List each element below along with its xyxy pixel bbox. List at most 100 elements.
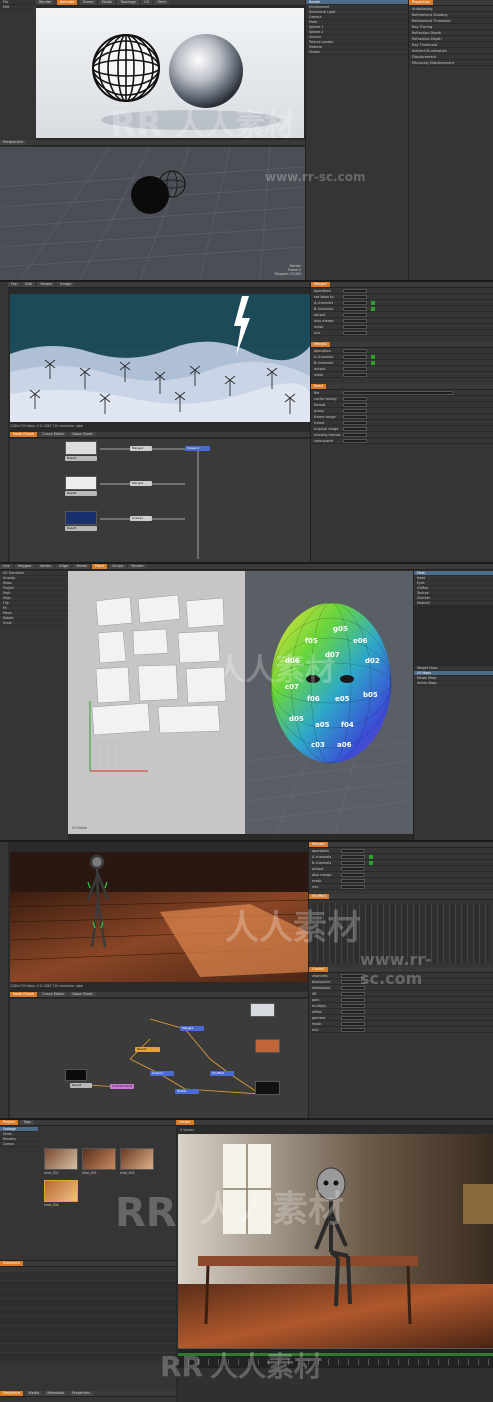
tab-project[interactable]: Project [0,1120,18,1125]
wire-sphere [92,34,160,102]
uv-tool-vertex[interactable]: Vertex [36,564,55,569]
grade-prop-mix[interactable]: mix [309,1027,493,1033]
robot-node-shuffle1[interactable]: Shuffle1 [210,1071,234,1076]
uv-tool-edge[interactable]: Edge [56,564,72,569]
prop-micropoly[interactable]: Micropoly Displacement [409,60,493,66]
panel-uv-editor: Uvs Polygon Vertex Edge Model Paint Scul… [0,562,493,840]
uv-tool-polygon[interactable]: Polygon [14,564,35,569]
robot-shuffle-title[interactable]: Shuffle1 [309,894,330,899]
uv-tool-sculpt[interactable]: Sculpt [109,564,127,569]
tab-topology[interactable]: Topology [117,0,139,5]
prop2-mask[interactable]: mask [311,372,493,378]
clip-thumb-4[interactable] [44,1180,78,1202]
final-render-viewer[interactable] [178,1134,493,1348]
robot-node-read2[interactable]: Read2 [70,1083,92,1088]
node-graph-2[interactable]: Read1 Read2 Merge1 Grade1 Shuffle1 Color… [10,999,308,1118]
node-read1[interactable]: Read1 [65,456,97,461]
robot-node-cc1[interactable]: ColorCorrect1 [110,1084,134,1089]
snow-viewer[interactable] [10,294,310,422]
bottom-tab-media[interactable]: Media [25,1391,43,1396]
uv-tool-uvs[interactable]: Uvs [0,564,13,569]
merge2-props-title[interactable]: Merge2 [311,342,331,347]
node-graph-1[interactable]: Read1 Read2 Read3 Merge1 Merge2 Grade1 V… [10,439,310,562]
node-read3[interactable]: Read3 [65,526,97,531]
tab-animate[interactable]: Animate [56,0,78,5]
robot-prop-mix[interactable]: mix [309,884,493,890]
tab-node-graph[interactable]: Node Graph [10,432,37,437]
bin-comps[interactable]: Comps [0,1142,38,1147]
bottom-tab-properties[interactable]: Properties [69,1391,93,1396]
read-prop-colorspace[interactable]: colorspace [311,438,493,444]
tab-sequence[interactable]: Sequence [0,1261,24,1266]
bottom-tab-sequence[interactable]: Sequence [0,1391,24,1396]
tab-model[interactable]: Model [98,0,116,5]
checker-label-5: f06 [307,695,320,703]
viewer-label: A Viewer [180,1128,195,1132]
watermark-3: 人人素材 [225,908,361,948]
robot-thumb-1[interactable] [250,1003,275,1017]
tab-dope-sheet[interactable]: Dope Sheet [69,432,96,437]
watermark-url-3: www.rr-sc.com [360,950,432,988]
robot-node-read1[interactable]: Read1 [135,1047,160,1052]
robot-thumb-2[interactable] [255,1039,280,1053]
tab-scene[interactable]: Scene [79,0,97,5]
robot-node-write1[interactable]: Write1 [175,1089,199,1094]
robot-node-grade1[interactable]: Grade1 [150,1071,174,1076]
read-props-title[interactable]: Read [311,384,326,389]
tab-curve-editor[interactable]: Curve Editor [39,432,68,437]
checker-label-3: e06 [353,637,368,645]
robot-tab-curve-editor[interactable]: Curve Editor [39,992,68,997]
uv-viewport[interactable]: UV Editor [68,571,245,834]
node-merge2[interactable]: Merge2 [130,481,152,486]
clip-thumb-3[interactable] [120,1148,154,1170]
clip-label-3: shot_003 [120,1171,135,1175]
watermark-5: 人人素材 [210,1350,323,1383]
uv-tool-paint[interactable]: Paint [92,564,107,569]
uv-right-vertex-maps[interactable]: Vertex Maps [414,681,493,686]
robot-tab-node-graph[interactable]: Node Graph [10,992,37,997]
checker-head-viewport[interactable]: f05 d06 d07 e06 g05 f06 e05 c07 d05 a05 … [245,571,413,834]
robot-viewer-status: 1280x720 bbox: 0 0 1280 720 channels: rg… [10,984,83,988]
robot-merge-title[interactable]: Merge1 [309,842,329,847]
menu-item-edit[interactable]: Edit [0,5,36,10]
comp-menu-image[interactable]: Image [57,282,75,287]
comp-menu-edit[interactable]: Edit [22,282,35,287]
node-thumb-read3[interactable] [65,511,97,525]
node-grade1[interactable]: Grade1 [130,516,152,521]
prop-mix[interactable]: mix [311,330,493,336]
node-merge1[interactable]: Merge1 [130,446,152,451]
node-viewer1[interactable]: Viewer1 [185,446,210,451]
uv-left-tool-scale[interactable]: Scale [0,621,68,626]
uv-tool-render[interactable]: Render [128,564,147,569]
checker-label-0: f05 [305,637,318,645]
robot-tab-dope-sheet[interactable]: Dope Sheet [69,992,96,997]
merge1-props-title[interactable]: Merge1 [311,282,331,287]
comp-menu-viewer[interactable]: Viewer [37,282,56,287]
final-render-svg [178,1134,493,1348]
clip-thumb-2[interactable] [82,1148,116,1170]
robot-thumb-3[interactable] [65,1069,87,1081]
checker-label-4: g05 [333,625,348,633]
node-thumb-read1[interactable] [65,441,97,455]
robot-grade-title[interactable]: Grade1 [309,967,328,972]
bottom-tab-metadata[interactable]: Metadata [44,1391,67,1396]
viewport-label[interactable]: Perspective [0,140,27,145]
tab-tags[interactable]: Tags [20,1120,35,1125]
robot-thumb-4[interactable] [255,1081,280,1095]
comp-menu-file[interactable]: File [8,282,20,287]
checker-label-6: e05 [335,695,350,703]
tab-paint[interactable]: Paint [154,0,170,5]
tab-viewer[interactable]: Viewer [176,1120,194,1125]
scene-item-shader[interactable]: Shader [306,50,408,55]
sequence-tracks[interactable] [0,1271,176,1361]
tab-render[interactable]: Render [36,0,55,5]
snow-viewer-status: 1280x720 bbox: 0 0 1280 720 channels: rg… [10,424,83,428]
clip-thumb-1[interactable] [44,1148,78,1170]
node-thumb-read2[interactable] [65,476,97,490]
properties-title[interactable]: Properties [409,0,433,5]
robot-node-merge1[interactable]: Merge1 [180,1026,204,1031]
uv-tool-model[interactable]: Model [73,564,90,569]
node-read2[interactable]: Read2 [65,491,97,496]
perspective-viewport[interactable]: Render Frame 0 Polygons 15,360 [0,147,305,280]
tab-uv[interactable]: UV [141,0,153,5]
